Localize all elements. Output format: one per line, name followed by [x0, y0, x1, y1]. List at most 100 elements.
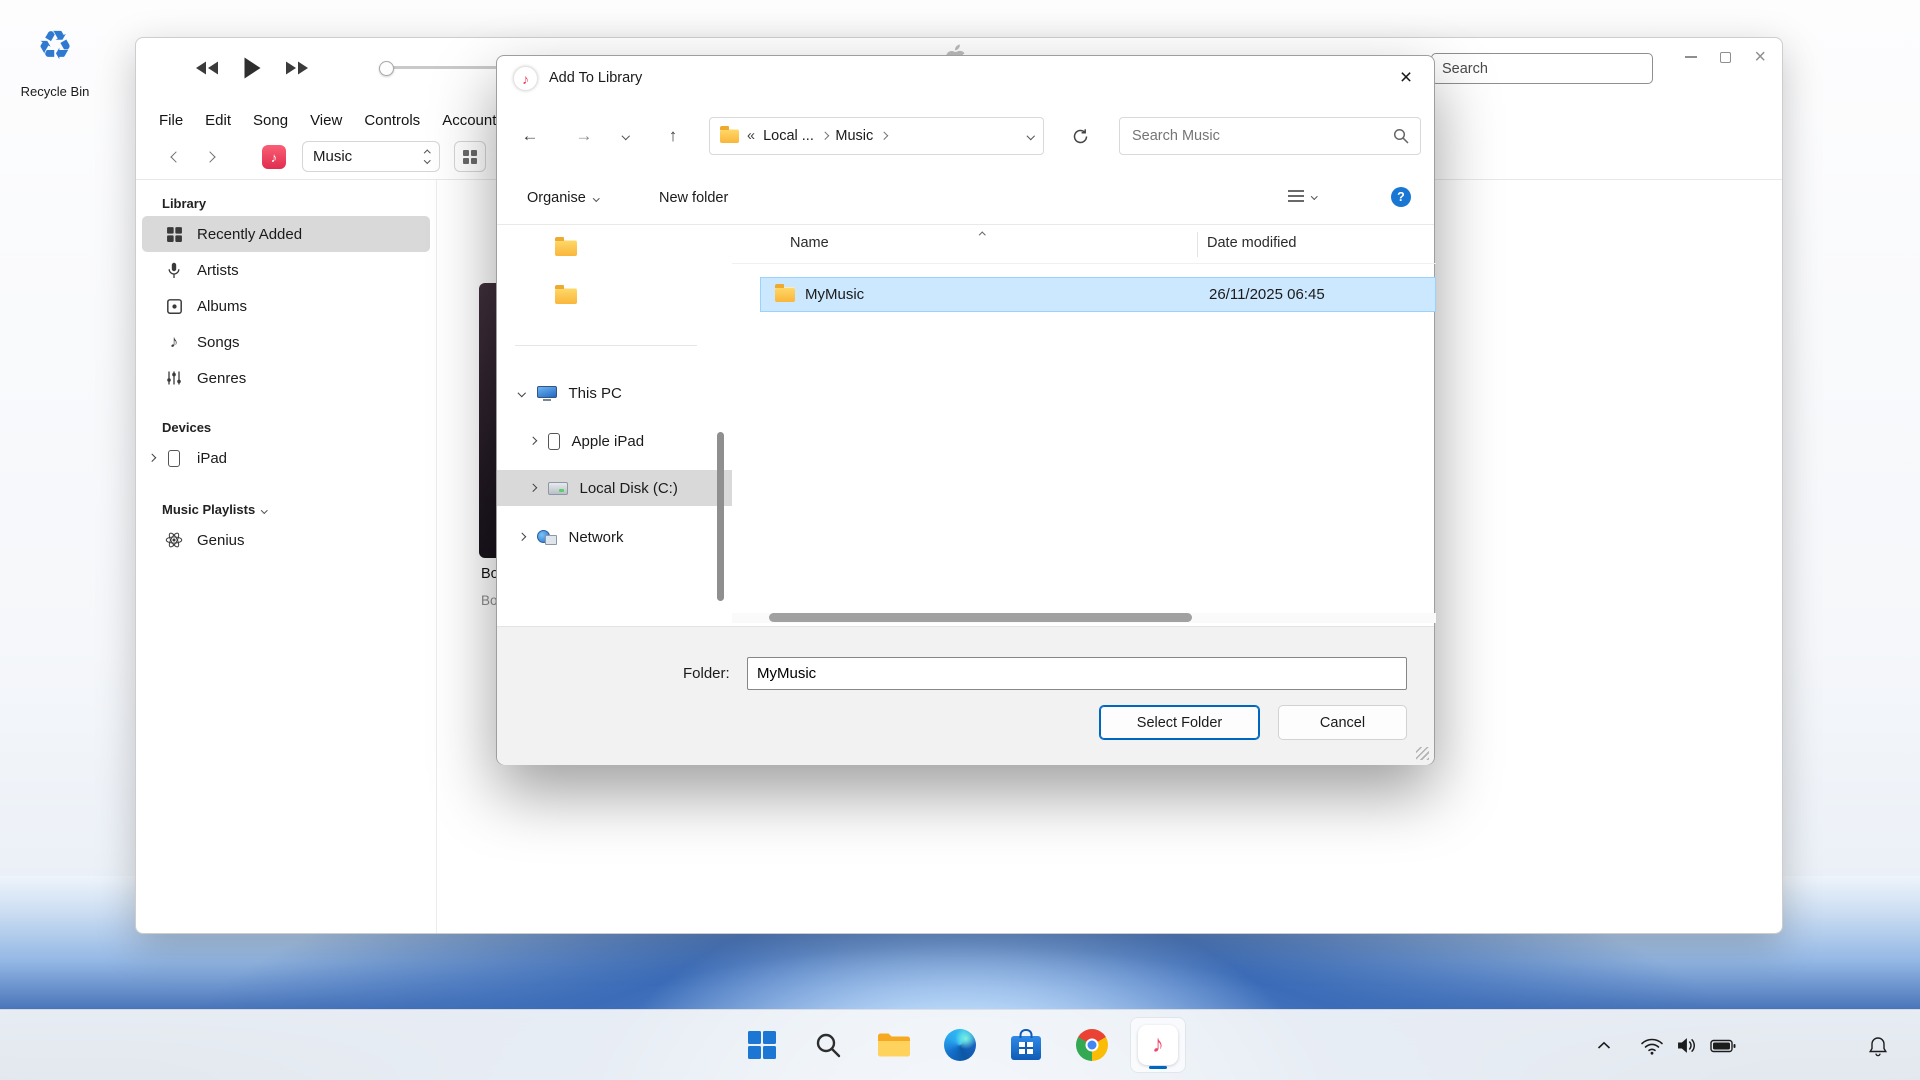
taskbar-store-button[interactable]: [999, 1018, 1053, 1072]
resize-grip[interactable]: [1416, 747, 1429, 760]
dialog-command-bar: Organise New folder ?: [497, 171, 1434, 225]
expand-chevron-icon[interactable]: [518, 533, 526, 541]
tree-item-network[interactable]: Network: [497, 519, 732, 555]
expand-chevron-icon[interactable]: [529, 484, 537, 492]
expand-chevron-icon[interactable]: [148, 454, 156, 462]
sidebar-item-label: Recently Added: [197, 226, 302, 243]
cancel-button[interactable]: Cancel: [1278, 705, 1407, 740]
expand-chevron-icon[interactable]: [518, 389, 526, 397]
music-app-icon: ♪: [262, 145, 286, 169]
taskbar: ♪: [0, 1009, 1920, 1080]
tray-expand-button[interactable]: [1588, 1010, 1620, 1080]
tray-notifications-button[interactable]: [1860, 1010, 1896, 1080]
taskbar-itunes-button[interactable]: ♪: [1131, 1018, 1185, 1072]
sidebar-item-songs[interactable]: ♪ Songs: [142, 324, 430, 360]
recent-locations-button[interactable]: [613, 119, 639, 153]
view-options-button[interactable]: [1287, 189, 1317, 203]
vertical-scrollbar[interactable]: [717, 432, 724, 601]
tree-divider: [515, 345, 697, 346]
wifi-icon: [1640, 1037, 1664, 1055]
tree-item-this-pc[interactable]: This PC: [497, 375, 732, 411]
tree-item-local-disk-c[interactable]: Local Disk (C:): [497, 470, 732, 506]
folder-icon[interactable]: [555, 288, 577, 304]
folder-name-input[interactable]: [747, 657, 1407, 690]
menu-item-file[interactable]: File: [148, 112, 194, 129]
taskbar-edge-button[interactable]: [933, 1018, 987, 1072]
sidebar-item-label: Albums: [197, 298, 247, 315]
address-dropdown-icon[interactable]: [1026, 132, 1034, 140]
menu-item-controls[interactable]: Controls: [353, 112, 431, 129]
sidebar-item-albums[interactable]: Albums: [142, 288, 430, 324]
dialog-search-input[interactable]: [1120, 118, 1420, 154]
column-divider[interactable]: [1197, 232, 1198, 257]
expand-chevron-icon[interactable]: [529, 437, 537, 445]
sort-ascending-icon: [979, 232, 985, 238]
rewind-button[interactable]: [194, 60, 220, 80]
folder-icon: [775, 287, 795, 302]
organise-button[interactable]: Organise: [527, 185, 598, 211]
tree-item-label: Local Disk (C:): [580, 480, 678, 497]
back-chevron-icon[interactable]: [170, 151, 181, 162]
sidebar-header-music-playlists[interactable]: Music Playlists: [136, 498, 436, 522]
fast-forward-button[interactable]: [284, 60, 310, 80]
folder-icon[interactable]: [555, 240, 577, 256]
sidebar-item-artists[interactable]: Artists: [142, 252, 430, 288]
breadcrumb-overflow[interactable]: «: [747, 128, 755, 144]
address-bar[interactable]: « Local ... Music: [709, 117, 1044, 155]
battery-icon: [1710, 1039, 1736, 1053]
itunes-search-input[interactable]: [1431, 53, 1653, 84]
playback-controls: [194, 54, 310, 86]
scrollbar-thumb[interactable]: [769, 613, 1192, 622]
this-pc-icon: [537, 386, 557, 401]
itunes-menubar: File Edit Song View Controls Account: [148, 106, 507, 134]
minimize-icon[interactable]: [1685, 56, 1697, 58]
view-grid-button[interactable]: [454, 141, 486, 172]
sidebar-item-ipad[interactable]: iPad: [142, 440, 430, 476]
recycle-bin-label: Recycle Bin: [7, 84, 103, 99]
column-header-name[interactable]: Name: [790, 235, 829, 251]
sidebar-item-genres[interactable]: Genres: [142, 360, 430, 396]
menu-item-song[interactable]: Song: [242, 112, 299, 129]
media-kind-selector[interactable]: Music: [302, 141, 440, 172]
up-button[interactable]: ↑: [656, 119, 690, 153]
taskbar-file-explorer-button[interactable]: [867, 1018, 921, 1072]
tree-item-label: Apple iPad: [572, 433, 645, 450]
horizontal-scrollbar[interactable]: [732, 613, 1436, 623]
history-nav: [172, 142, 262, 172]
itunes-search-box[interactable]: [1431, 53, 1653, 84]
file-row-mymusic[interactable]: MyMusic 26/11/2025 06:45: [760, 277, 1436, 312]
forward-chevron-icon[interactable]: [204, 151, 215, 162]
taskbar-search-button[interactable]: [801, 1018, 855, 1072]
refresh-button[interactable]: [1063, 119, 1097, 153]
menu-item-edit[interactable]: Edit: [194, 112, 242, 129]
play-button[interactable]: [242, 56, 262, 84]
sidebar-item-recently-added[interactable]: Recently Added: [142, 216, 430, 252]
search-icon: [814, 1031, 842, 1059]
sidebar-item-genius[interactable]: Genius: [142, 522, 430, 558]
new-folder-button[interactable]: New folder: [659, 185, 728, 211]
tray-volume-button[interactable]: [1671, 1010, 1703, 1080]
select-folder-button[interactable]: Select Folder: [1099, 705, 1260, 740]
close-icon[interactable]: ×: [1754, 47, 1766, 67]
desktop: ♻ Recycle Bin × File Edit Song View Cont…: [0, 0, 1920, 1080]
breadcrumb-music[interactable]: Music: [835, 128, 873, 144]
back-button[interactable]: ←: [513, 119, 547, 153]
close-icon[interactable]: ×: [1378, 56, 1434, 100]
chevron-up-icon: [1597, 1041, 1611, 1050]
maximize-icon[interactable]: [1720, 52, 1731, 63]
taskbar-start-button[interactable]: [735, 1018, 789, 1072]
sidebar-item-label: Songs: [197, 334, 240, 351]
tree-item-apple-ipad[interactable]: Apple iPad: [497, 423, 732, 459]
ipad-icon: [164, 450, 184, 467]
itunes-icon: ♪: [1138, 1025, 1178, 1065]
tray-battery-button[interactable]: [1706, 1010, 1740, 1080]
help-button[interactable]: ?: [1391, 187, 1411, 207]
menu-item-view[interactable]: View: [299, 112, 353, 129]
breadcrumb-local-disk[interactable]: Local ...: [763, 128, 814, 144]
tray-wifi-button[interactable]: [1636, 1010, 1668, 1080]
taskbar-chrome-button[interactable]: [1065, 1018, 1119, 1072]
forward-button[interactable]: →: [567, 119, 601, 153]
dialog-search-box[interactable]: [1119, 117, 1421, 155]
recycle-bin-shortcut[interactable]: ♻ Recycle Bin: [7, 22, 103, 99]
column-header-date-modified[interactable]: Date modified: [1207, 235, 1296, 251]
